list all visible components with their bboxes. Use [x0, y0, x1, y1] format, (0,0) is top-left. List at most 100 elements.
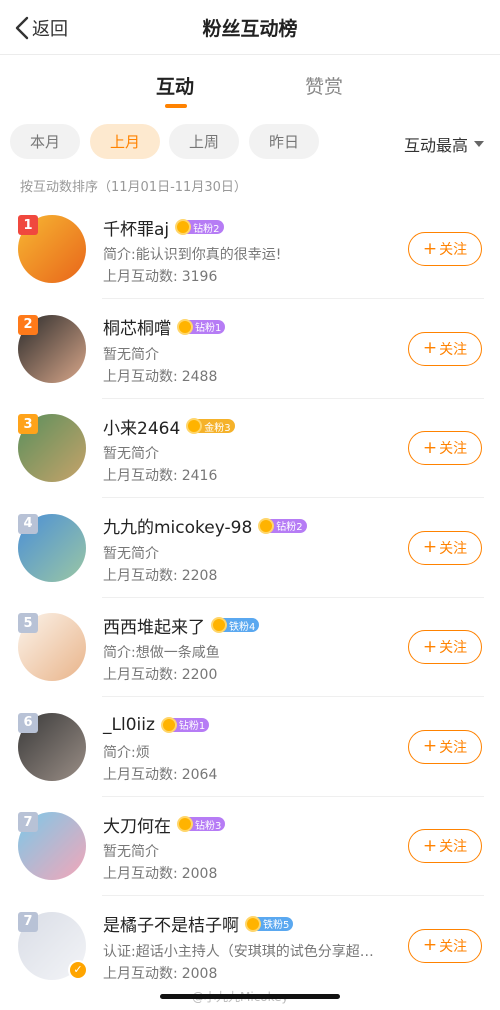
filter-yesterday[interactable]: 昨日 [249, 124, 319, 159]
interaction-count-label: 上月互动数: [103, 766, 178, 783]
fan-level-badge: 钻粉1 [160, 716, 210, 733]
fan-level-label: 金粉3 [197, 419, 235, 434]
follow-button[interactable]: + 关注 [408, 232, 482, 266]
sort-dropdown[interactable]: 互动最高 [404, 132, 484, 156]
fan-level-label: 铁粉4 [222, 618, 260, 633]
medal-icon [258, 517, 275, 534]
filter-this-month[interactable]: 本月 [10, 124, 80, 159]
home-indicator [160, 994, 340, 999]
user-name[interactable]: 大刀何在 [103, 812, 171, 837]
medal-icon [245, 915, 261, 932]
filter-last-week[interactable]: 上周 [169, 124, 239, 159]
follow-label: 关注 [439, 839, 468, 855]
active-tab-indicator [165, 104, 187, 108]
follow-button[interactable]: + 关注 [408, 829, 482, 863]
filter-last-month[interactable]: 上月 [90, 124, 160, 159]
follow-button[interactable]: + 关注 [408, 928, 482, 963]
interaction-count-value: 2008 [181, 965, 218, 982]
fan-row[interactable]: 4 九九的micokey-98 钻粉2 暂无简介上月互动数: 2208 + 关注 [0, 499, 500, 598]
tab-appreciation[interactable]: 赞赏 [305, 72, 343, 99]
fan-level-badge: 钻粉2 [258, 517, 307, 534]
rank-badge: 4 [18, 513, 38, 534]
plus-icon: + [422, 835, 438, 856]
time-filter-bar: 本月 上月 上周 昨日 互动最高 [0, 124, 500, 160]
user-name[interactable]: 千杯罪aj [103, 215, 169, 240]
user-description: 暂无简介 [103, 446, 159, 462]
medal-icon [177, 816, 193, 832]
follow-label: 关注 [439, 938, 468, 955]
interaction-count-value: 2064 [181, 766, 218, 783]
sort-hint: 按互动数排序（11月01日-11月30日） [20, 180, 247, 195]
verified-icon: ✓ [68, 959, 88, 980]
user-name[interactable]: 是橘子不是桔子啊 [103, 911, 239, 936]
user-name[interactable]: 桐芯桐嚐 [103, 314, 171, 339]
interaction-count-label: 上月互动数: [103, 667, 178, 683]
interaction-count: 上月互动数: 2200 [103, 664, 217, 684]
interaction-count-label: 上月互动数: [103, 567, 178, 584]
medal-icon [160, 716, 177, 733]
fan-row[interactable]: 7 ✓ 是橘子不是桔子啊 铁粉5 认证:超话小主持人（安琪琪的试色分享超… 上月互动数: 2… [0, 897, 500, 996]
name-line: 千杯罪aj 钻粉2 [103, 214, 224, 240]
interaction-count: 上月互动数: 2064 [103, 764, 217, 784]
tab-interaction[interactable]: 互动 [156, 72, 194, 99]
fan-row[interactable]: 1 千杯罪aj 钻粉2 简介:能认识到你真的很幸运! 上月互动数: 3196 + 关注 [0, 200, 500, 299]
follow-button[interactable]: + 关注 [408, 431, 482, 465]
follow-label: 关注 [439, 441, 468, 457]
fan-row[interactable]: 6 _Ll0iiz 钻粉1 简介:烦 上月互动数: 2064 + 关注 [0, 698, 500, 797]
plus-icon: + [422, 338, 438, 358]
fan-level-label: 钻粉2 [186, 220, 224, 235]
rank-badge: 5 [18, 613, 38, 633]
medal-icon [177, 318, 193, 335]
rank-badge: 3 [18, 414, 38, 434]
plus-icon: + [422, 736, 438, 756]
follow-label: 关注 [439, 640, 468, 656]
fan-row[interactable]: 3 小来2464 金粉3 暂无简介上月互动数: 2416 + 关注 [0, 399, 500, 498]
follow-label: 关注 [439, 540, 468, 557]
user-description: 简介:烦 [103, 744, 150, 761]
fan-level-badge: 铁粉4 [211, 617, 260, 633]
follow-button[interactable]: + 关注 [408, 729, 482, 764]
interaction-count-label: 上月互动数: [103, 965, 178, 982]
user-name[interactable]: 九九的micokey-98 [103, 513, 252, 538]
user-description: 暂无简介 [103, 844, 159, 860]
interaction-count: 上月互动数: 2488 [103, 366, 217, 386]
follow-button[interactable]: + 关注 [408, 630, 482, 664]
fan-level-label: 钻粉2 [269, 518, 307, 533]
interaction-count-value: 2416 [181, 468, 218, 484]
user-description: 简介:想做一条咸鱼 [103, 645, 220, 661]
fan-row[interactable]: 7 大刀何在 钻粉3 暂无简介上月互动数: 2008 + 关注 [0, 797, 500, 896]
plus-icon: + [422, 437, 438, 458]
interaction-count-value: 2488 [181, 368, 218, 385]
interaction-count-label: 上月互动数: [103, 866, 178, 882]
rank-badge: 7 [18, 812, 38, 832]
page-title: 粉丝互动榜 [202, 18, 298, 40]
fan-level-badge: 钻粉2 [175, 219, 224, 235]
interaction-count-value: 2008 [181, 866, 218, 882]
user-name[interactable]: 西西堆起来了 [103, 613, 205, 638]
fan-level-label: 钻粉1 [188, 319, 226, 334]
medal-icon [211, 617, 227, 633]
fan-level-badge: 金粉3 [186, 418, 235, 434]
user-name[interactable]: _Ll0iiz [103, 715, 155, 735]
name-line: 是橘子不是桔子啊 铁粉5 [103, 911, 294, 937]
name-line: 大刀何在 钻粉3 [103, 811, 226, 837]
fan-row[interactable]: 2 桐芯桐嚐 钻粉1 暂无简介上月互动数: 2488 + 关注 [0, 300, 500, 399]
plus-icon: + [422, 636, 438, 657]
interaction-count: 上月互动数: 2208 [103, 565, 217, 585]
fan-row[interactable]: 5 西西堆起来了 铁粉4 简介:想做一条咸鱼 上月互动数: 2200 + 关注 [0, 598, 500, 697]
follow-button[interactable]: + 关注 [408, 331, 482, 366]
user-name[interactable]: 小来2464 [103, 414, 180, 439]
interaction-count: 上月互动数: 2416 [103, 465, 217, 485]
sort-label: 互动最高 [403, 136, 468, 155]
follow-button[interactable]: + 关注 [408, 530, 482, 565]
fan-level-label: 铁粉5 [256, 916, 294, 931]
rank-badge: 1 [18, 215, 38, 235]
name-line: 西西堆起来了 铁粉4 [103, 612, 260, 638]
name-line: _Ll0iiz 钻粉1 [103, 712, 210, 738]
fan-level-badge: 铁粉5 [245, 915, 294, 932]
rank-badge: 2 [18, 314, 38, 335]
fan-level-label: 钻粉3 [188, 817, 226, 832]
user-description: 暂无简介 [103, 545, 159, 562]
name-line: 小来2464 金粉3 [103, 413, 235, 439]
user-description: 暂无简介 [103, 346, 159, 363]
